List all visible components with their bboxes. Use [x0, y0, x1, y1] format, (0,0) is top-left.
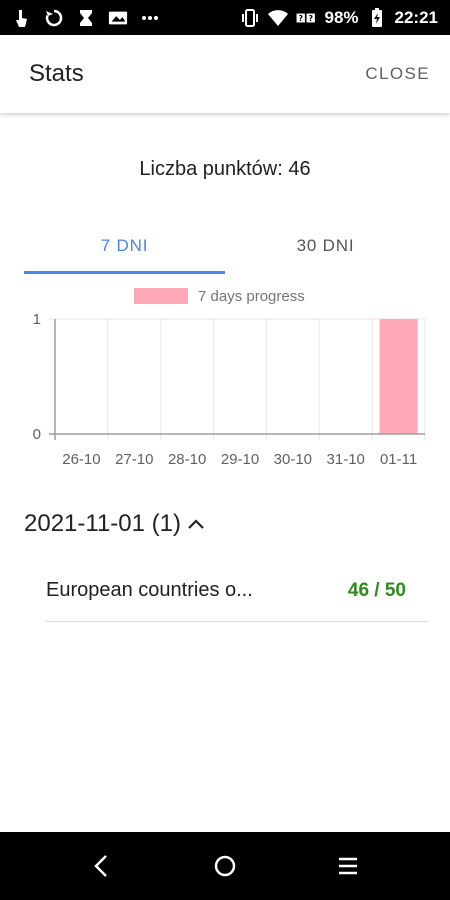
- svg-text:?: ?: [309, 13, 314, 22]
- clock: 22:21: [394, 7, 438, 27]
- recents-button[interactable]: [318, 836, 378, 896]
- battery-charging-icon: [367, 7, 387, 28]
- svg-text:?: ?: [299, 13, 304, 22]
- page-title: Stats: [29, 60, 84, 87]
- status-right: ?? 98% 22:21: [240, 7, 438, 28]
- tab-30-days[interactable]: 30 DNI: [225, 218, 426, 274]
- legend-label: 7 days progress: [198, 288, 305, 305]
- day-group-header[interactable]: 2021-11-01 (1): [24, 510, 207, 538]
- close-button[interactable]: CLOSE: [365, 64, 430, 84]
- home-icon: [214, 855, 236, 877]
- navigation-bar: [0, 832, 450, 900]
- wifi-icon: [268, 8, 289, 28]
- legend-swatch: [134, 288, 188, 304]
- x-tick-label: 30-10: [274, 451, 312, 468]
- more-dots-icon: [140, 8, 160, 28]
- item-name: European countries o...: [46, 579, 253, 601]
- chart-svg: 7 days progress 0 1 26-10 27-10 28-10 29-10 30-…: [33, 288, 426, 468]
- touch-icon: [12, 8, 32, 28]
- y-tick-label: 1: [33, 311, 41, 328]
- home-button[interactable]: [195, 836, 255, 896]
- chart-bar: [379, 319, 418, 434]
- status-left: [12, 8, 240, 28]
- progress-chart: 7 days progress 0 1 26-10 27-10 28-10 29-10 30-…: [20, 280, 440, 480]
- x-tick-label: 31-10: [327, 451, 365, 468]
- list-item[interactable]: European countries o... 46 / 50: [46, 560, 428, 622]
- y-tick-label: 0: [33, 426, 41, 443]
- app-bar: Stats CLOSE: [0, 35, 450, 113]
- sync-icon: [44, 8, 64, 28]
- x-tick-label: 01-11: [380, 451, 417, 468]
- hourglass-icon: [76, 8, 96, 28]
- status-bar: ?? 98% 22:21: [0, 0, 450, 35]
- menu-icon: [339, 857, 358, 875]
- signal-unknown-icon: ??: [296, 8, 316, 28]
- day-group-label: 2021-11-01 (1): [24, 510, 181, 537]
- item-score: 46 / 50: [347, 579, 406, 601]
- chevron-up-icon: [188, 519, 204, 529]
- x-tick-label: 27-10: [115, 451, 153, 468]
- period-tabs: 7 DNI 30 DNI: [24, 218, 426, 274]
- x-tick-label: 28-10: [168, 451, 206, 468]
- tab-7-days[interactable]: 7 DNI: [24, 218, 225, 274]
- points-label: Liczba punktów: 46: [139, 158, 311, 180]
- back-icon: [93, 855, 107, 877]
- image-icon: [108, 8, 128, 28]
- x-tick-label: 29-10: [221, 451, 259, 468]
- battery-percent: 98%: [324, 7, 359, 27]
- back-button[interactable]: [72, 836, 132, 896]
- vibrate-icon: [240, 8, 260, 28]
- x-tick-label: 26-10: [62, 451, 100, 468]
